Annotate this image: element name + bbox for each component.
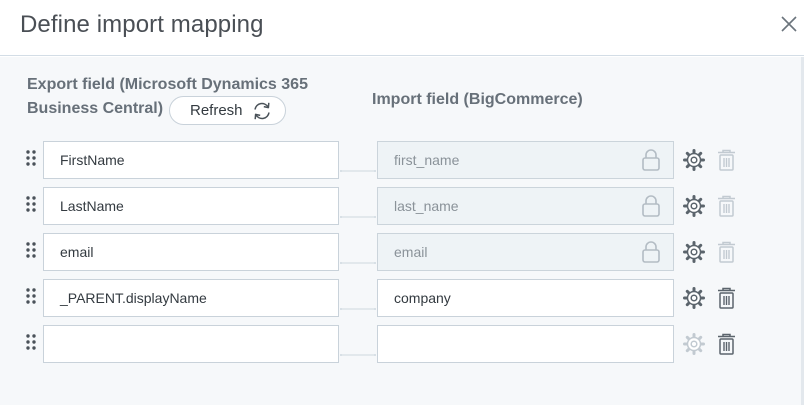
drag-handle-icon[interactable] [25,195,37,215]
export-field-input[interactable]: FirstName [43,141,339,179]
mapping-row: _PARENT.displayName company [0,279,804,317]
settings-gear-icon [683,333,705,355]
export-field-input[interactable] [43,325,339,363]
import-field-input: email [377,233,674,271]
mapping-row: email email [0,233,804,271]
delete-trash-icon [716,240,737,264]
import-field-input[interactable]: company [377,279,674,317]
settings-gear-icon[interactable] [683,287,705,309]
delete-trash-icon[interactable] [716,286,737,310]
settings-gear-icon[interactable] [683,241,705,263]
import-field-input: last_name [377,187,674,225]
dialog-header: Define import mapping [0,0,804,56]
drag-handle-icon[interactable] [25,287,37,307]
connector-line [339,205,377,218]
import-field-input: first_name [377,141,674,179]
export-field-input[interactable]: _PARENT.displayName [43,279,339,317]
mapping-row: LastName last_name [0,187,804,225]
lock-icon [641,240,661,264]
delete-trash-icon [716,194,737,218]
drag-handle-icon[interactable] [25,333,37,353]
drag-handle-icon[interactable] [25,241,37,261]
mapping-row: FirstName first_name [0,141,804,179]
drag-handle-icon[interactable] [25,149,37,169]
delete-trash-icon[interactable] [716,332,737,356]
connector-line [339,159,377,172]
import-field-input[interactable] [377,325,674,363]
export-field-input[interactable]: LastName [43,187,339,225]
connector-line [339,251,377,264]
close-icon [781,16,797,32]
delete-trash-icon [716,148,737,172]
refresh-button[interactable]: Refresh [169,96,286,125]
mapping-row [0,325,804,363]
dialog-title: Define import mapping [20,11,264,38]
refresh-icon [254,102,270,120]
settings-gear-icon[interactable] [683,195,705,217]
export-field-input[interactable]: email [43,233,339,271]
settings-gear-icon[interactable] [683,149,705,171]
lock-icon [641,148,661,172]
close-button[interactable] [779,14,799,34]
import-field-header: Import field (BigCommerce) [372,91,583,108]
connector-line [339,343,377,356]
connector-line [339,297,377,310]
lock-icon [641,194,661,218]
refresh-label: Refresh [190,102,243,119]
